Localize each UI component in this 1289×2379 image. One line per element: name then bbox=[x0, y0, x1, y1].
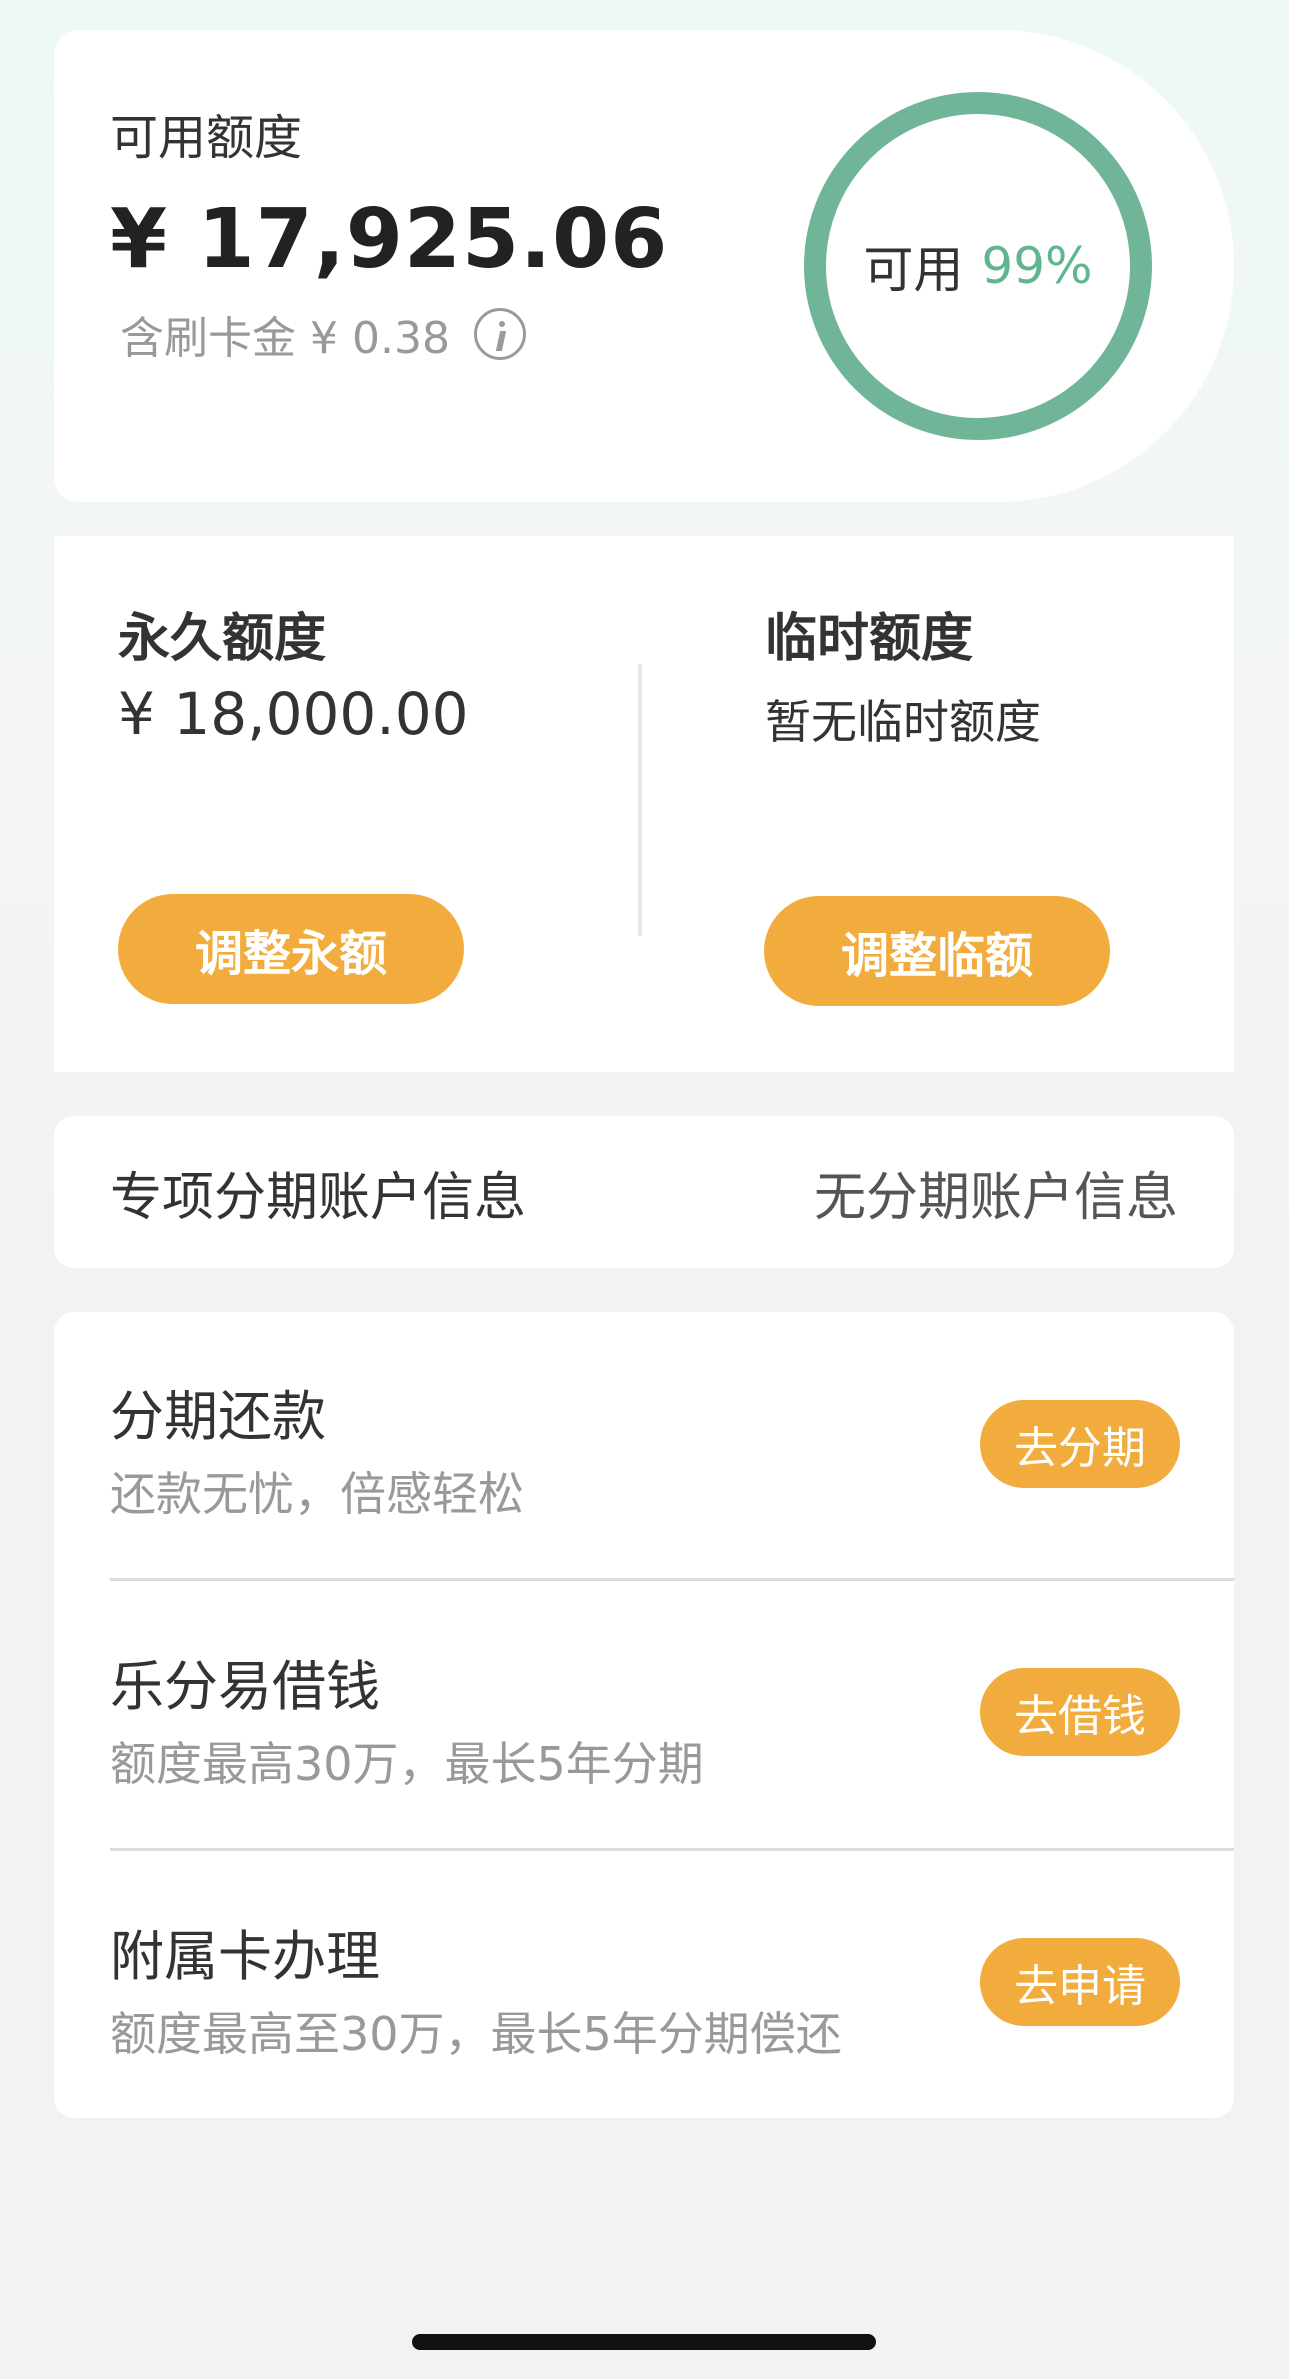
info-icon[interactable] bbox=[473, 308, 526, 360]
temporary-limit-value: 暂无临时额度 bbox=[765, 695, 1041, 749]
swipe-bonus-row: 含刷卡金 ¥ 0.38 bbox=[120, 302, 526, 366]
available-credit-card: 可用额度 ¥ 17,925.06 含刷卡金 ¥ 0.38 可用 99% bbox=[54, 30, 1234, 502]
service-title: 分期还款 bbox=[110, 1385, 326, 1448]
available-credit-amount: ¥ 17,925.06 bbox=[110, 192, 669, 287]
permanent-limit-section: 永久额度 ¥ 18,000.00 bbox=[118, 596, 469, 748]
limits-divider bbox=[638, 664, 642, 936]
service-title: 附属卡办理 bbox=[110, 1925, 380, 1988]
temporary-limit-section: 临时额度 暂无临时额度 bbox=[765, 596, 1041, 752]
limits-card: 永久额度 ¥ 18,000.00 临时额度 暂无临时额度 调整永额 调整临额 bbox=[54, 536, 1234, 1072]
service-description: 还款无忧，倍感轻松 bbox=[110, 1467, 524, 1521]
service-description: 额度最高至30万，最长5年分期偿还 bbox=[110, 2007, 842, 2061]
available-credit-label: 可用额度 bbox=[110, 110, 303, 166]
installment-account-row[interactable]: 专项分期账户信息 无分期账户信息 bbox=[54, 1116, 1234, 1268]
service-item-installment: 分期还款 还款无忧，倍感轻松 去分期 bbox=[54, 1312, 1234, 1582]
service-description: 额度最高30万，最长5年分期 bbox=[110, 1737, 704, 1791]
temporary-limit-title: 临时额度 bbox=[765, 609, 974, 669]
ring-label: 可用 bbox=[863, 241, 964, 299]
adjust-permanent-button[interactable]: 调整永额 bbox=[118, 894, 464, 1004]
installment-account-value: 无分期账户信息 bbox=[813, 1167, 1178, 1228]
go-apply-button[interactable]: 去申请 bbox=[980, 1938, 1180, 2026]
go-installment-button[interactable]: 去分期 bbox=[980, 1400, 1180, 1488]
installment-account-label: 专项分期账户信息 bbox=[110, 1167, 527, 1228]
home-indicator[interactable] bbox=[412, 2334, 876, 2350]
service-item-supplementary-card: 附属卡办理 额度最高至30万，最长5年分期偿还 去申请 bbox=[54, 1850, 1234, 2120]
permanent-limit-value: ¥ 18,000.00 bbox=[118, 680, 469, 748]
go-borrow-button[interactable]: 去借钱 bbox=[980, 1668, 1180, 1756]
service-title: 乐分易借钱 bbox=[110, 1655, 380, 1718]
swipe-bonus-text: 含刷卡金 ¥ 0.38 bbox=[120, 313, 450, 364]
permanent-limit-title: 永久额度 bbox=[118, 609, 327, 669]
services-card: 分期还款 还款无忧，倍感轻松 去分期 乐分易借钱 额度最高30万，最长5年分期 … bbox=[54, 1312, 1234, 2118]
credit-limit-page: 可用额度 ¥ 17,925.06 含刷卡金 ¥ 0.38 可用 99% 永久额度… bbox=[0, 0, 1289, 2379]
available-percent-ring: 可用 99% bbox=[804, 92, 1152, 440]
ring-percent: 99% bbox=[981, 237, 1093, 295]
service-item-loan: 乐分易借钱 额度最高30万，最长5年分期 去借钱 bbox=[54, 1580, 1234, 1850]
adjust-temporary-button[interactable]: 调整临额 bbox=[764, 896, 1110, 1006]
